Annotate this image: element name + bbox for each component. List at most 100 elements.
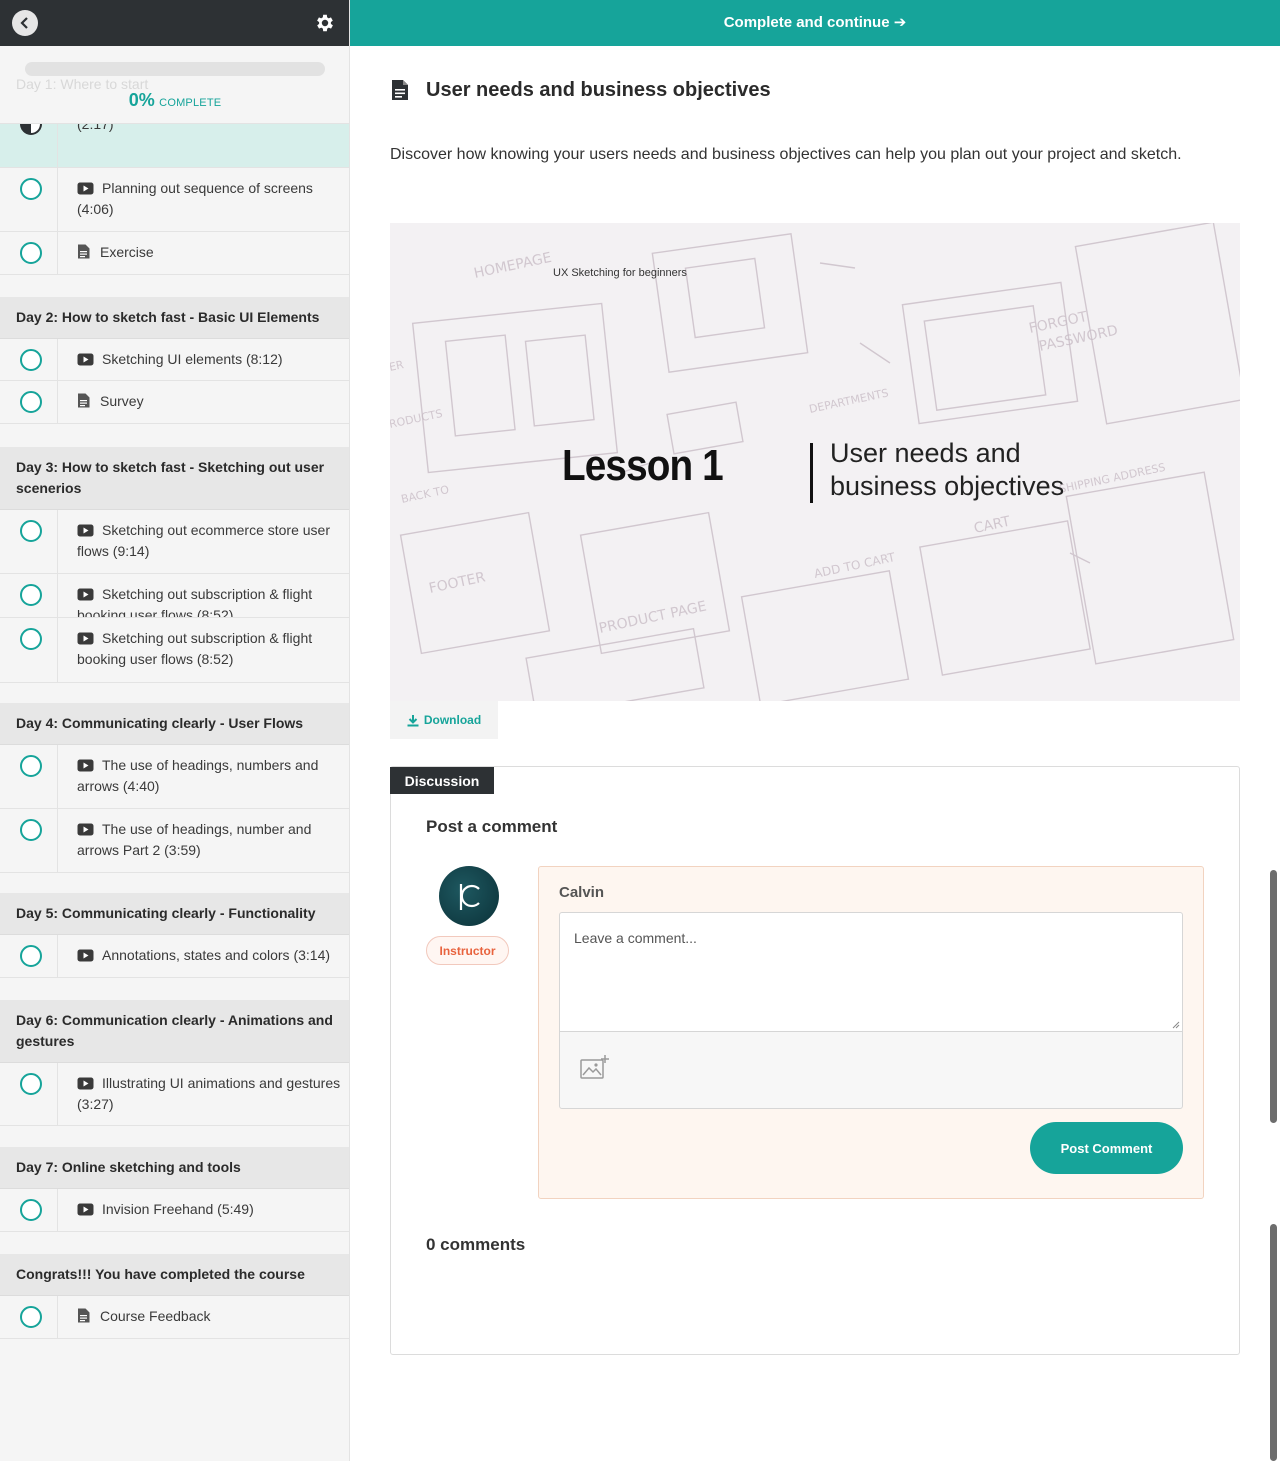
lecture-label: Invision Freehand (5:49) xyxy=(102,1201,254,1217)
play-icon xyxy=(77,823,94,836)
video-subtitle: User needs and business objectives xyxy=(830,437,1064,503)
section-title: Day 4: Communicating clearly - User Flow… xyxy=(16,715,304,731)
divider xyxy=(57,809,58,872)
lecture-item[interactable]: Sketching UI elements (8:12) xyxy=(0,339,349,381)
lecture-item[interactable]: The use of headings, number and arrows P… xyxy=(0,809,349,873)
instructor-badge: Instructor xyxy=(426,936,509,965)
add-image-icon[interactable] xyxy=(580,1054,610,1080)
video-player[interactable]: HOMEPAGE FORGOT PASSWORD DEPARTMENTS ROD… xyxy=(390,223,1240,701)
lecture-item[interactable]: Exercise xyxy=(0,232,349,275)
divider xyxy=(57,168,58,231)
lecture-item[interactable]: Illustrating UI animations and gestures … xyxy=(0,1063,349,1126)
lecture-item[interactable]: The use of headings, numbers and arrows … xyxy=(0,745,349,809)
section-header: Day 6: Communication clearly - Animation… xyxy=(0,1000,349,1063)
lecture-item[interactable]: Sketching out ecommerce store user flows… xyxy=(0,510,349,574)
comment-textarea[interactable]: Leave a comment... xyxy=(559,912,1183,1032)
play-icon xyxy=(77,588,94,601)
lecture-title: Planning out sequence of screens (4:06) xyxy=(77,178,342,220)
lecture-label: Sketching UI elements (8:12) xyxy=(102,351,283,367)
lecture-label: Annotations, states and colors (3:14) xyxy=(102,947,331,963)
play-icon xyxy=(77,1203,94,1216)
chevron-left-icon xyxy=(20,17,28,29)
lecture-title: Sketching out subscription & flight book… xyxy=(77,584,342,618)
lecture-label: Sketching out ecommerce store user flows… xyxy=(77,522,330,559)
sketch-background-image: HOMEPAGE FORGOT PASSWORD DEPARTMENTS ROD… xyxy=(390,223,1240,701)
download-icon xyxy=(407,714,419,726)
document-icon xyxy=(78,1308,90,1323)
lecture-title: The use of headings, numbers and arrows … xyxy=(77,755,342,797)
section-title: Day 7: Online sketching and tools xyxy=(16,1159,241,1175)
incomplete-status-icon xyxy=(20,945,42,967)
gear-icon[interactable] xyxy=(314,12,336,34)
avatar xyxy=(439,866,499,926)
lecture-label: Sketching out subscription & flight book… xyxy=(77,586,313,618)
play-icon xyxy=(77,632,94,645)
divider xyxy=(57,510,58,573)
lecture-item[interactable]: Sketching out subscription & flight book… xyxy=(0,618,349,683)
lesson-title: User needs and business objectives xyxy=(426,79,771,101)
lecture-title: Course Feedback xyxy=(77,1306,342,1327)
lecture-label: The use of headings, numbers and arrows … xyxy=(77,757,319,794)
incomplete-status-icon xyxy=(20,1199,42,1221)
incomplete-status-icon xyxy=(20,349,42,371)
progress-complete-text: COMPLETE xyxy=(159,97,222,109)
download-button[interactable]: Download xyxy=(390,701,498,739)
scrollbar-thumb-lower[interactable] xyxy=(1270,1224,1277,1461)
section-title: Day 2: How to sketch fast - Basic UI Ele… xyxy=(16,309,320,325)
divider xyxy=(57,574,58,617)
lecture-title: Illustrating UI animations and gestures … xyxy=(77,1073,342,1115)
lecture-label: Exercise xyxy=(100,244,154,260)
lecture-title: The use of headings, number and arrows P… xyxy=(77,819,342,861)
lecture-title: Annotations, states and colors (3:14) xyxy=(77,945,342,966)
post-comment-button[interactable]: Post Comment xyxy=(1030,1122,1183,1174)
section-title: Day 6: Communication clearly - Animation… xyxy=(16,1012,333,1049)
lecture-title: Sketching out ecommerce store user flows… xyxy=(77,520,342,562)
lecture-item[interactable]: Planning out sequence of screens (4:06) xyxy=(0,168,349,232)
lecture-label: Sketching out subscription & flight book… xyxy=(77,630,313,667)
video-subtitle-line1: User needs and xyxy=(830,438,1021,468)
play-icon xyxy=(77,353,94,366)
play-icon xyxy=(77,182,94,195)
back-button[interactable] xyxy=(12,10,38,36)
play-icon xyxy=(77,759,94,772)
incomplete-status-icon xyxy=(20,178,42,200)
top-bar: Complete and continue ➔ xyxy=(350,0,1280,46)
section-title: Congrats!!! You have completed the cours… xyxy=(16,1266,305,1282)
divider xyxy=(57,935,58,977)
lecture-item[interactable]: Annotations, states and colors (3:14) xyxy=(0,935,349,978)
divider xyxy=(57,745,58,808)
resize-handle-icon[interactable] xyxy=(1172,1021,1180,1029)
lecture-label: The use of headings, number and arrows P… xyxy=(77,821,312,858)
section-header: Day 2: How to sketch fast - Basic UI Ele… xyxy=(0,297,349,339)
document-icon xyxy=(78,244,90,259)
section-header: Day 5: Communicating clearly - Functiona… xyxy=(0,893,349,935)
attachment-area xyxy=(559,1031,1183,1109)
lecture-label: Course Feedback xyxy=(100,1308,211,1324)
section-header: Congrats!!! You have completed the cours… xyxy=(0,1254,349,1296)
incomplete-status-icon xyxy=(20,391,42,413)
progress-panel: Day 1: Where to start 0% COMPLETE xyxy=(0,46,349,124)
section-header: Day 7: Online sketching and tools xyxy=(0,1147,349,1189)
divider xyxy=(57,1296,58,1338)
comment-count: 0 comments xyxy=(426,1235,526,1254)
incomplete-status-icon xyxy=(20,584,42,606)
document-icon xyxy=(78,393,90,408)
lecture-item[interactable]: Invision Freehand (5:49) xyxy=(0,1189,349,1232)
incomplete-status-icon xyxy=(20,628,42,650)
progress-bar xyxy=(25,62,325,76)
discussion-tab: Discussion xyxy=(390,767,494,794)
lecture-item[interactable]: Survey xyxy=(0,381,349,424)
section-title: Day 5: Communicating clearly - Functiona… xyxy=(16,905,316,921)
divider xyxy=(57,339,58,380)
lecture-title: Exercise xyxy=(77,242,342,263)
lecture-item[interactable]: Course Feedback xyxy=(0,1296,349,1339)
divider xyxy=(57,381,58,423)
complete-continue-button[interactable]: Complete and continue ➔ xyxy=(350,13,1280,31)
section-header: Day 3: How to sketch fast - Sketching ou… xyxy=(0,447,349,510)
divider xyxy=(57,232,58,274)
section-header: Day 4: Communicating clearly - User Flow… xyxy=(0,703,349,745)
lecture-label: Illustrating UI animations and gestures … xyxy=(77,1075,341,1112)
lecture-item[interactable]: Sketching out subscription & flight book… xyxy=(0,574,349,618)
divider xyxy=(57,618,58,682)
scrollbar-thumb[interactable] xyxy=(1270,870,1277,1123)
